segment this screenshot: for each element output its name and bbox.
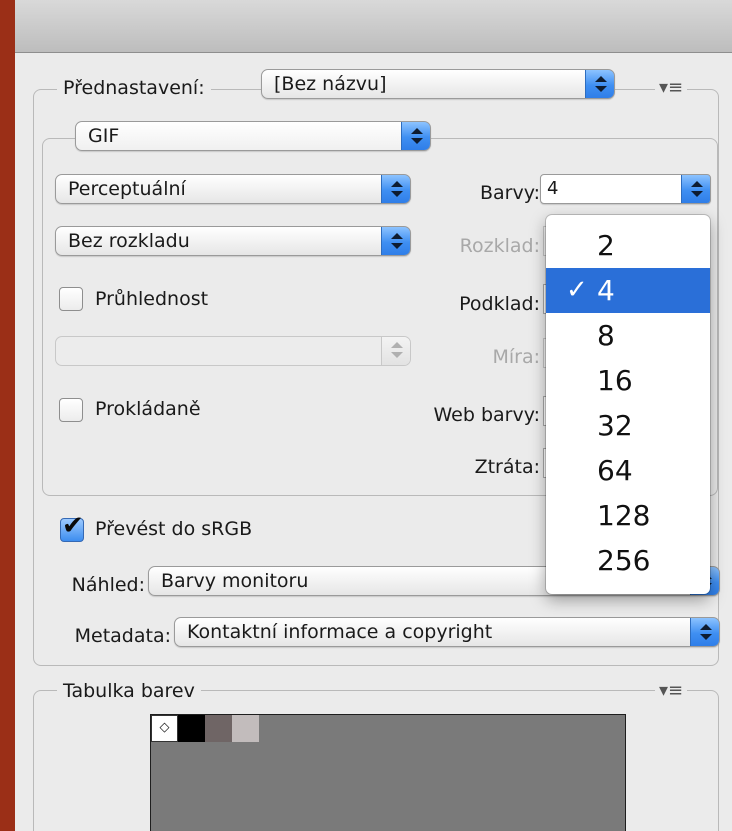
save-for-web-panel: Přednastavení: [Bez názvu] ▾≡ GIF Percep… bbox=[15, 0, 732, 831]
interlaced-label: Prokládaně bbox=[95, 398, 201, 420]
transparency-dither-select bbox=[55, 336, 411, 366]
preset-options-menu-icon[interactable]: ▾≡ bbox=[655, 78, 688, 98]
preset-select[interactable]: [Bez názvu] bbox=[261, 69, 615, 99]
colors-stepper-icon bbox=[681, 175, 710, 203]
preset-stepper-icon bbox=[585, 70, 614, 98]
checkmark-icon: ✔ bbox=[62, 511, 84, 541]
title-bar bbox=[15, 0, 732, 53]
transparency-checkbox[interactable] bbox=[59, 287, 83, 311]
color-table-grid[interactable]: ◇ bbox=[150, 714, 626, 831]
metadata-stepper-icon bbox=[690, 618, 719, 646]
preview-value: Barvy monitoru bbox=[161, 570, 309, 592]
colors-option[interactable]: 16 bbox=[546, 358, 710, 403]
preset-value: [Bez názvu] bbox=[274, 73, 387, 95]
swatch-light-gray[interactable] bbox=[232, 715, 259, 742]
colors-option[interactable]: 64 bbox=[546, 448, 710, 493]
lossy-label: Ztráta: bbox=[474, 456, 540, 478]
transparency-label: Průhlednost bbox=[95, 288, 209, 310]
metadata-value: Kontaktní informace a copyright bbox=[187, 621, 493, 643]
colors-label: Barvy: bbox=[480, 182, 540, 204]
checkmark-icon: ✓ bbox=[566, 275, 588, 305]
format-stepper-icon bbox=[401, 122, 430, 150]
interlaced-checkbox[interactable] bbox=[59, 398, 83, 422]
convert-srgb-checkbox[interactable]: ✔ bbox=[60, 511, 84, 542]
format-select[interactable]: GIF bbox=[75, 121, 431, 151]
dither-algorithm-value: Bez rozkladu bbox=[68, 230, 190, 252]
color-table-options-menu-icon[interactable]: ▾≡ bbox=[655, 681, 688, 701]
colors-option[interactable]: 128 bbox=[546, 493, 710, 538]
swatch-dark-gray[interactable] bbox=[205, 715, 232, 742]
color-table-label: Tabulka barev bbox=[57, 679, 201, 703]
amount-label: Míra: bbox=[492, 346, 540, 368]
metadata-select[interactable]: Kontaktní informace a copyright bbox=[174, 617, 720, 647]
dither-algorithm-select[interactable]: Bez rozkladu bbox=[55, 226, 411, 256]
colors-option[interactable]: 2 bbox=[546, 223, 710, 268]
format-value: GIF bbox=[88, 125, 120, 147]
preset-label: Přednastavení: bbox=[57, 76, 211, 100]
reduction-select[interactable]: Perceptuální bbox=[55, 174, 411, 204]
colors-select[interactable]: 4 bbox=[540, 174, 711, 204]
swatch-white[interactable]: ◇ bbox=[151, 715, 178, 742]
preview-label: Náhled: bbox=[71, 574, 145, 596]
matte-label: Podklad: bbox=[459, 293, 540, 315]
web-snap-label: Web barvy: bbox=[433, 404, 541, 426]
colors-value: 4 bbox=[547, 178, 559, 199]
colors-option-selected[interactable]: ✓ 4 bbox=[546, 268, 710, 313]
swatch-black[interactable] bbox=[178, 715, 205, 742]
colors-dropdown-menu: 2 ✓ 4 8 16 32 64 128 256 bbox=[546, 215, 710, 594]
colors-option[interactable]: 256 bbox=[546, 538, 710, 583]
colors-option[interactable]: 8 bbox=[546, 313, 710, 358]
colors-option[interactable]: 32 bbox=[546, 403, 710, 448]
dither-label: Rozklad: bbox=[459, 235, 540, 257]
reduction-value: Perceptuální bbox=[68, 178, 186, 200]
convert-srgb-label: Převést do sRGB bbox=[95, 518, 253, 540]
metadata-label: Metadata: bbox=[74, 625, 171, 647]
